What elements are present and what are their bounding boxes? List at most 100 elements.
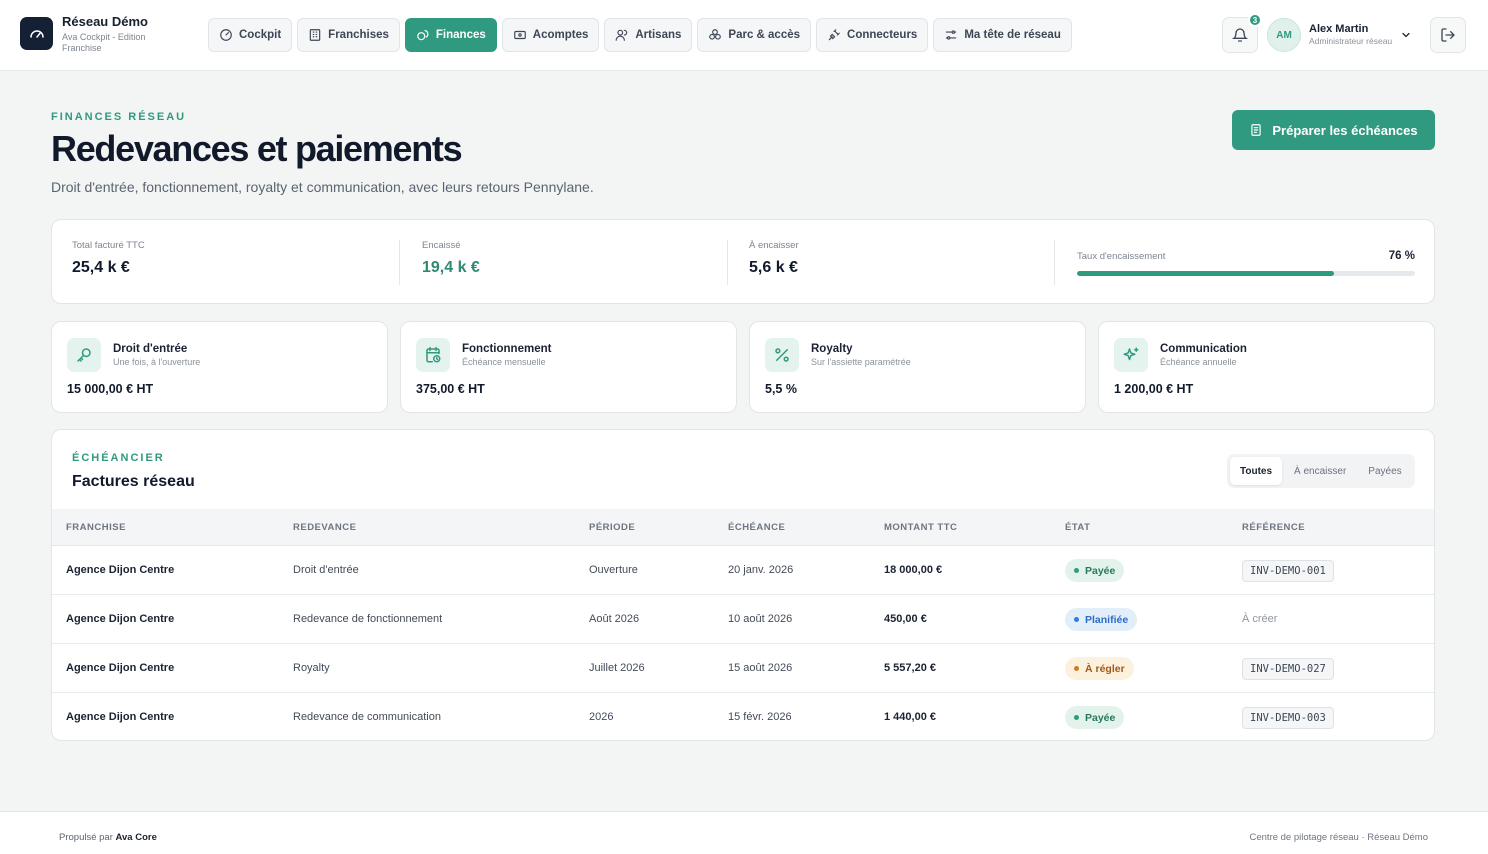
powered-by-brand[interactable]: Ava Core <box>116 832 157 843</box>
nav-label: Cockpit <box>239 29 282 41</box>
nav-label: Franchises <box>328 29 389 41</box>
fee-title: Droit d'entrée <box>113 343 188 355</box>
brand-title: Réseau Démo <box>62 14 148 29</box>
collection-rate-fill <box>1077 271 1334 276</box>
percent-icon <box>765 338 799 372</box>
nav-acomptes[interactable]: Acomptes <box>501 18 600 52</box>
cell-franchise: Agence Dijon Centre <box>66 564 175 576</box>
fee-card-communication: Communication Échéance annuelle 1 200,00… <box>1098 321 1435 413</box>
kpi-value: 5,6 k € <box>749 259 798 276</box>
status-label: À régler <box>1085 662 1125 675</box>
nav-label: Acomptes <box>532 29 589 41</box>
gauge-logo-icon <box>20 17 53 50</box>
invoice-reference-empty: À créer <box>1242 613 1278 625</box>
status-label: Payée <box>1085 564 1116 577</box>
fee-subtitle: Sur l'assiette paramétrée <box>811 357 911 367</box>
kpi-pending: À encaisser 5,6 k € <box>749 240 799 277</box>
cell-franchise: Agence Dijon Centre <box>66 662 175 674</box>
top-bar: Réseau Démo Ava Cockpit - Edition Franch… <box>0 0 1488 71</box>
fee-value: 15 000,00 € HT <box>67 382 154 396</box>
invoice-schedule-card: ÉCHÉANCIER Factures réseau Toutes À enca… <box>51 429 1435 741</box>
fee-value: 375,00 € HT <box>416 382 485 396</box>
fee-card-royalty: Royalty Sur l'assiette paramétrée 5,5 % <box>749 321 1086 413</box>
status-badge: Payée <box>1065 706 1125 729</box>
nav-label: Artisans <box>635 29 682 41</box>
cell-due-date: 15 août 2026 <box>728 662 793 674</box>
column-reference: RÉFÉRENCE <box>1242 522 1306 533</box>
cell-fee: Royalty <box>293 662 330 674</box>
nav-artisans[interactable]: Artisans <box>604 18 693 52</box>
status-badge: Payée <box>1065 559 1125 582</box>
key-icon <box>67 338 101 372</box>
column-period: PÉRIODE <box>589 522 636 533</box>
powered-by: Propulsé par Ava Core <box>59 832 157 843</box>
status-dot <box>1074 666 1079 671</box>
notifications-button[interactable]: 3 <box>1222 13 1262 53</box>
table-row[interactable]: Agence Dijon Centre Redevance de fonctio… <box>52 595 1434 644</box>
table-row[interactable]: Agence Dijon Centre Droit d'entrée Ouver… <box>52 546 1434 595</box>
table-header: FRANCHISE REDEVANCE PÉRIODE ÉCHÉANCE MON… <box>52 509 1434 546</box>
main-nav: Cockpit Franchises Finances Acomptes Art… <box>208 18 1072 52</box>
nav-tete-de-reseau[interactable]: Ma tête de réseau <box>933 18 1072 52</box>
status-badge: Planifiée <box>1065 608 1138 631</box>
cell-fee: Redevance de fonctionnement <box>293 613 443 625</box>
brand-subtitle: Ava Cockpit - Edition Franchise <box>62 32 146 53</box>
nav-franchises[interactable]: Franchises <box>297 18 400 52</box>
status-label: Payée <box>1085 711 1116 724</box>
cell-due-date: 10 août 2026 <box>728 613 793 625</box>
nav-finances[interactable]: Finances <box>404 18 497 52</box>
filter-all[interactable]: Toutes <box>1230 457 1283 485</box>
schedule-title: Factures réseau <box>72 473 195 490</box>
user-name: Alex Martin <box>1309 23 1369 35</box>
logout-icon <box>1440 27 1456 43</box>
cell-fee: Droit d'entrée <box>293 564 359 576</box>
users-icon <box>615 28 629 42</box>
column-amount: MONTANT TTC <box>884 522 958 533</box>
coins-icon <box>416 28 430 42</box>
cell-fee: Redevance de communication <box>293 711 441 723</box>
invoice-reference[interactable]: INV-DEMO-027 <box>1242 658 1334 680</box>
cell-period: Août 2026 <box>589 613 640 625</box>
divider <box>727 240 728 285</box>
invoice-reference[interactable]: INV-DEMO-003 <box>1242 707 1334 729</box>
fee-title: Fonctionnement <box>462 343 552 355</box>
nav-label: Ma tête de réseau <box>964 29 1061 41</box>
status-filter: Toutes À encaisser Payées <box>1227 454 1415 488</box>
fee-title: Royalty <box>811 343 853 355</box>
cell-amount: 1 440,00 € <box>884 711 936 723</box>
collection-rate-value: 76 % <box>1388 250 1415 262</box>
kpi-value: 19,4 k € <box>422 259 480 276</box>
filter-to-collect[interactable]: À encaisser <box>1284 457 1356 485</box>
status-badge: À régler <box>1065 657 1134 680</box>
prepare-due-dates-label: Préparer les échéances <box>1272 122 1418 138</box>
cell-period: Juillet 2026 <box>589 662 645 674</box>
logout-button[interactable] <box>1430 17 1466 53</box>
plug-icon <box>827 28 841 42</box>
cell-franchise: Agence Dijon Centre <box>66 613 175 625</box>
divider <box>399 240 400 285</box>
cell-franchise: Agence Dijon Centre <box>66 711 175 723</box>
chevron-down-icon <box>1400 29 1412 41</box>
nav-connecteurs[interactable]: Connecteurs <box>816 18 929 52</box>
prepare-due-dates-button[interactable]: Préparer les échéances <box>1232 110 1435 150</box>
user-menu[interactable]: AM Alex Martin Administrateur réseau <box>1267 18 1412 52</box>
footer: Propulsé par Ava Core Centre de pilotage… <box>0 811 1488 854</box>
settings-sliders-icon <box>944 28 958 42</box>
table-row[interactable]: Agence Dijon Centre Royalty Juillet 2026… <box>52 644 1434 693</box>
cell-due-date: 15 févr. 2026 <box>728 711 792 723</box>
kpi-value: 25,4 k € <box>72 259 130 276</box>
kpi-label: Taux d'encaissement <box>1077 250 1166 262</box>
kpi-collected: Encaissé 19,4 k € <box>422 240 480 277</box>
status-dot <box>1074 617 1079 622</box>
filter-paid[interactable]: Payées <box>1358 457 1411 485</box>
invoice-reference[interactable]: INV-DEMO-001 <box>1242 560 1334 582</box>
fee-card-operating: Fonctionnement Échéance mensuelle 375,00… <box>400 321 737 413</box>
powered-by-prefix: Propulsé par <box>59 832 113 843</box>
sparkles-icon <box>1114 338 1148 372</box>
kpi-summary-card: Total facturé TTC 25,4 k € Encaissé 19,4… <box>51 219 1435 304</box>
kpi-collection-rate: Taux d'encaissement 76 % <box>1077 250 1415 262</box>
brand[interactable]: Réseau Démo Ava Cockpit - Edition Franch… <box>20 14 182 54</box>
nav-parc-acces[interactable]: Parc & accès <box>697 18 812 52</box>
table-row[interactable]: Agence Dijon Centre Redevance de communi… <box>52 693 1434 740</box>
nav-cockpit[interactable]: Cockpit <box>208 18 293 52</box>
